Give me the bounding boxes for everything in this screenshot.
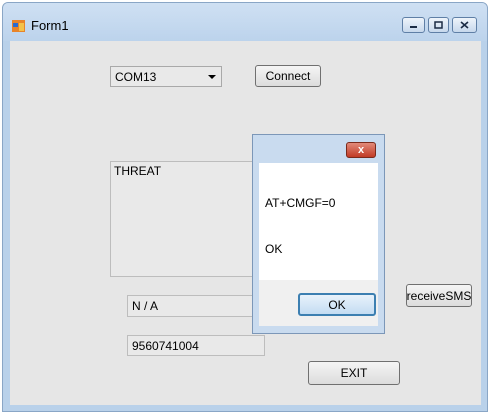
maximize-button[interactable] xyxy=(428,17,449,33)
title-bar[interactable]: Form1 xyxy=(3,3,487,41)
dialog-body: AT+CMGF=0 OK xyxy=(259,163,378,280)
close-button[interactable] xyxy=(452,17,477,33)
dialog-footer: OK xyxy=(259,280,378,326)
minimize-icon xyxy=(410,26,417,28)
message-dialog: x AT+CMGF=0 OK OK xyxy=(252,134,385,334)
dialog-ok-button[interactable]: OK xyxy=(298,293,376,316)
chevron-down-icon xyxy=(208,75,216,79)
connect-button[interactable]: Connect xyxy=(255,65,321,87)
main-window: Form1 COM13 Connect THREAT N / A 9560741… xyxy=(2,2,488,412)
message-textarea[interactable]: THREAT xyxy=(110,161,260,277)
dialog-close-button[interactable]: x xyxy=(346,142,376,158)
dialog-message-line1: AT+CMGF=0 xyxy=(265,196,336,210)
exit-button[interactable]: EXIT xyxy=(308,361,400,385)
close-icon: x xyxy=(357,144,365,156)
dialog-message-line2: OK xyxy=(265,242,283,256)
form-client-area: COM13 Connect THREAT N / A 9560741004 re… xyxy=(10,41,481,405)
form-icon xyxy=(12,20,25,32)
receive-sms-button[interactable]: receiveSMS xyxy=(406,284,472,307)
window-title: Form1 xyxy=(31,18,69,33)
phone-field[interactable]: 9560741004 xyxy=(127,335,265,356)
com-port-select[interactable]: COM13 xyxy=(110,66,222,87)
com-port-value: COM13 xyxy=(115,70,157,84)
maximize-icon xyxy=(434,21,443,29)
status-field[interactable]: N / A xyxy=(127,295,263,317)
close-icon xyxy=(460,21,469,29)
minimize-button[interactable] xyxy=(402,17,425,33)
